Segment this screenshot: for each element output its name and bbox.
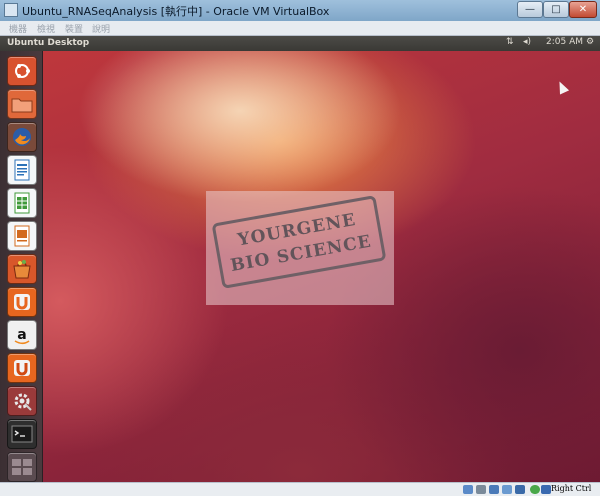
shared-folders-icon[interactable] [515,485,525,494]
svg-text:a: a [17,327,26,343]
window-title: Ubuntu_RNASeqAnalysis [執行中] - Oracle VM … [22,5,330,18]
window-title-bar[interactable]: Ubuntu_RNASeqAnalysis [執行中] - Oracle VM … [0,0,600,21]
files-folder-icon[interactable] [7,89,37,119]
ubuntu-dash-icon[interactable] [7,56,37,86]
system-settings-icon[interactable] [7,386,37,416]
stamp-border: YOURGENE BIO SCIENCE [211,195,387,289]
mouse-integration-icon[interactable] [530,485,540,494]
mouse-cursor-icon [554,79,570,95]
libreoffice-calc-icon[interactable] [7,188,37,218]
host-key-icon [541,485,551,494]
minimize-button[interactable]: — [517,1,543,18]
libreoffice-impress-icon[interactable] [7,221,37,251]
ubuntu-one-music-icon[interactable] [7,353,37,383]
ubuntu-top-panel: Ubuntu Desktop ⇅ ◂) 2:05 AM ⚙ [0,36,600,51]
menu-item-view[interactable]: 檢視 [37,22,55,35]
status-bar: Right Ctrl [0,482,600,496]
clock[interactable]: 2:05 AM [546,37,583,47]
usb-icon[interactable] [502,485,512,494]
menu-bar: 機器 檢視 裝置 說明 [0,21,600,36]
optical-drive-icon[interactable] [476,485,486,494]
maximize-button[interactable]: □ [543,1,569,18]
firefox-icon[interactable] [7,122,37,152]
session-gear-icon[interactable]: ⚙ [586,37,594,47]
menu-item-machine[interactable]: 機器 [9,22,27,35]
panel-title: Ubuntu Desktop [7,38,90,48]
watermark-stamp: YOURGENE BIO SCIENCE [206,191,394,305]
terminal-icon[interactable] [7,419,37,449]
workspace-switcher-icon[interactable] [7,452,37,482]
close-button[interactable]: ✕ [569,1,597,18]
network-icon[interactable]: ⇅ [506,37,514,47]
network-adapter-icon[interactable] [489,485,499,494]
host-key-label: Right Ctrl [551,484,592,493]
menu-item-devices[interactable]: 裝置 [65,22,83,35]
volume-icon[interactable]: ◂) [523,37,531,47]
software-center-icon[interactable] [7,254,37,284]
hard-disk-icon[interactable] [463,485,473,494]
menu-item-help[interactable]: 說明 [92,22,110,35]
unity-launcher: a [0,51,43,482]
amazon-icon[interactable]: a [7,320,37,350]
ubuntu-one-icon[interactable] [7,287,37,317]
virtualbox-app-icon [4,3,18,17]
libreoffice-writer-icon[interactable] [7,155,37,185]
